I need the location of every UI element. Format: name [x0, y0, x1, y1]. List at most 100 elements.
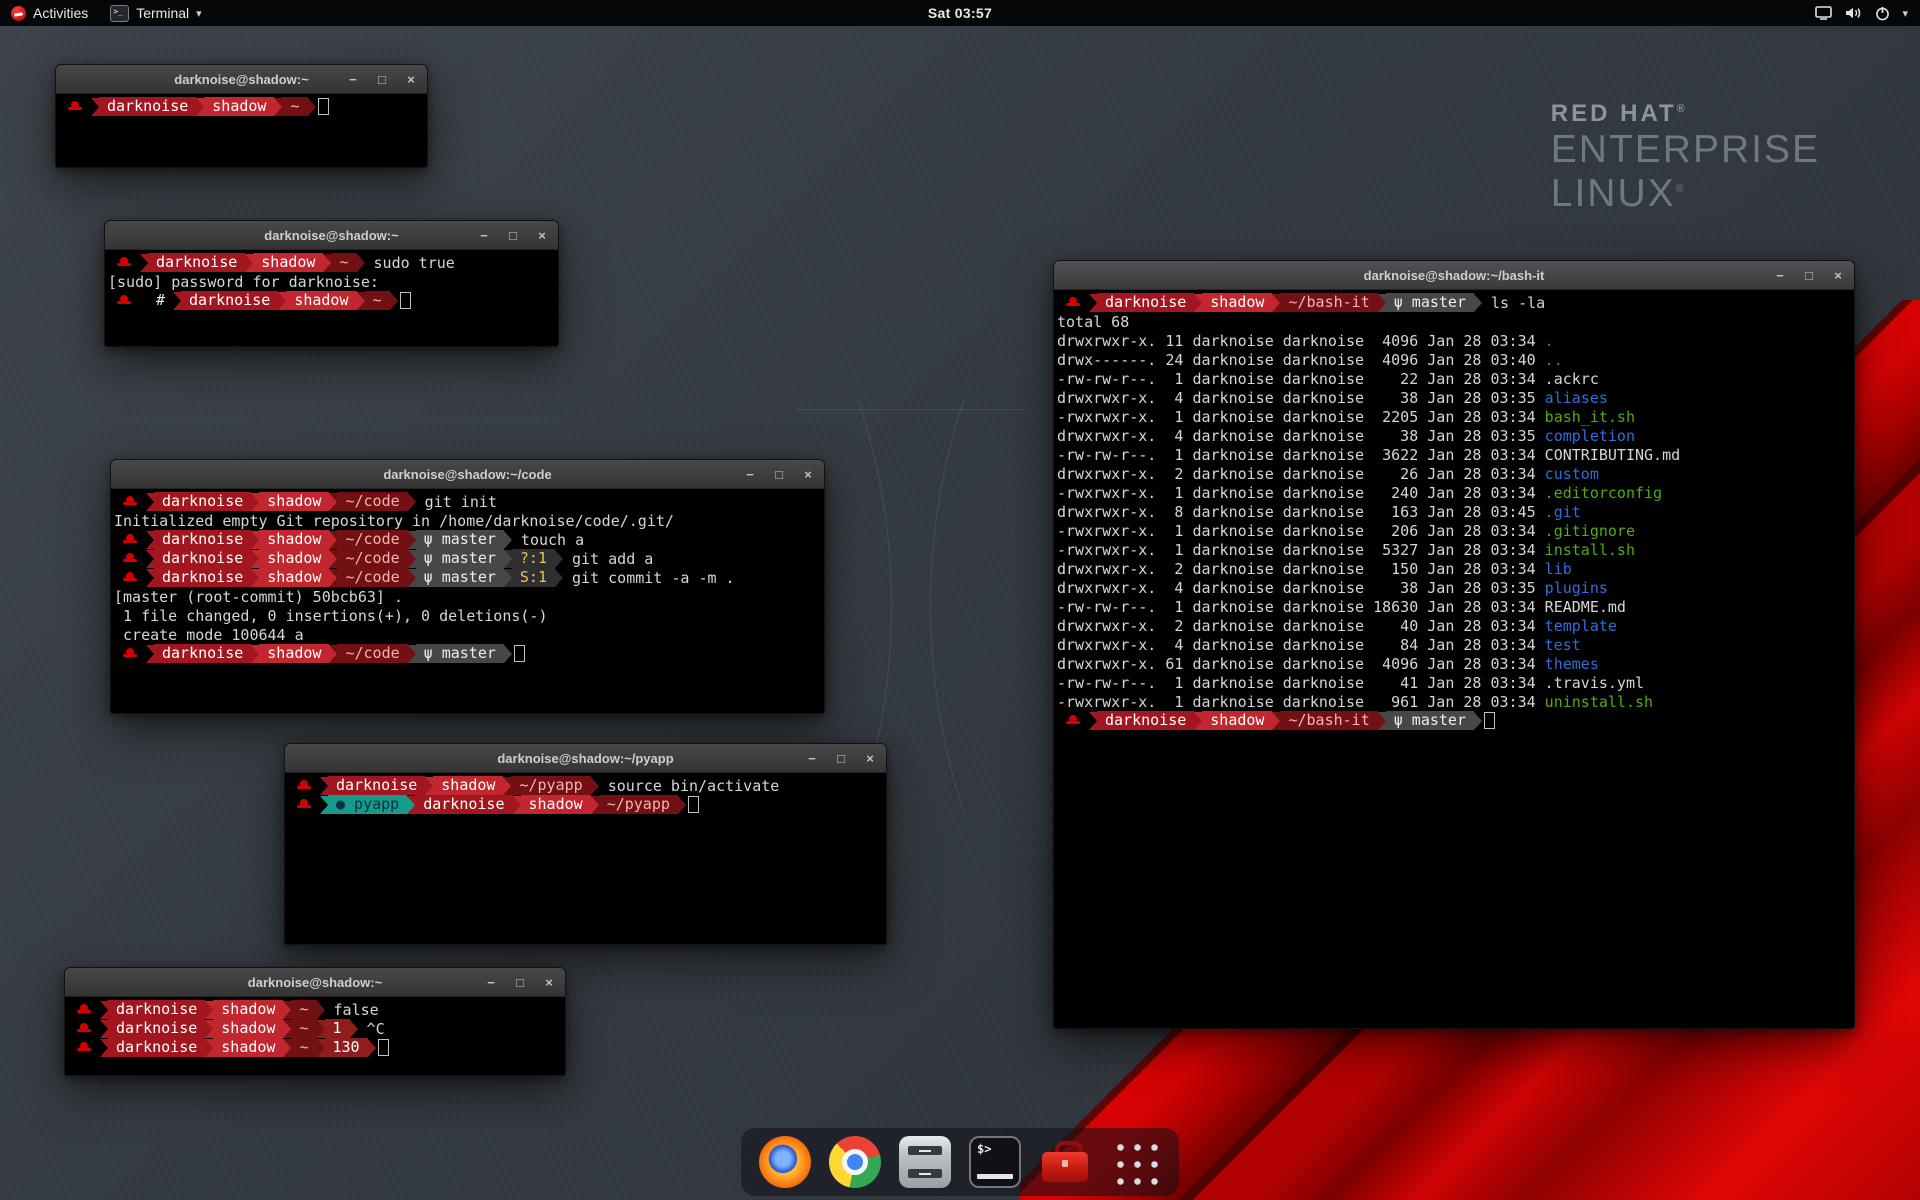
file-name: template [1545, 617, 1617, 635]
prompt-segment-user: darknoise [108, 1019, 205, 1038]
terminal-content[interactable]: darknoiseshadow~/pyapp source bin/activa… [285, 773, 886, 817]
toolbox-icon[interactable] [1039, 1136, 1091, 1188]
minimize-button[interactable]: − [805, 751, 819, 766]
powerline-separator-icon [283, 1039, 291, 1057]
maximize-button[interactable]: □ [513, 975, 527, 990]
close-button[interactable]: × [1831, 268, 1845, 283]
prompt-segment-path: ~/code [337, 549, 407, 568]
system-tray[interactable]: ▾ [1815, 0, 1920, 26]
terminal-cursor [514, 645, 525, 662]
prompt-segment-path: ~/code [337, 492, 407, 511]
maximize-button[interactable]: □ [375, 72, 389, 87]
prompt-segment-path: ~/pyapp [511, 776, 590, 795]
powerline-separator-icon [146, 569, 154, 587]
command-text: ls -la [1482, 294, 1545, 312]
prompt-segment-user: darknoise [108, 1038, 205, 1057]
file-name: lib [1545, 560, 1572, 578]
maximize-button[interactable]: □ [772, 467, 786, 482]
powerline-separator-icon [408, 493, 416, 511]
output-text: total 68 [1057, 313, 1129, 331]
titlebar[interactable]: darknoise@shadow:~ − □ × [65, 968, 565, 997]
prompt-segment-host: shadow [259, 492, 329, 511]
prompt-segment-hat [288, 776, 320, 795]
swoosh-arc-right [930, 400, 1030, 815]
file-meta: drwxrwxr-x. 2 darknoise darknoise 150 Ja… [1057, 560, 1545, 578]
minimize-button[interactable]: − [484, 975, 498, 990]
redhat-logo-icon [11, 6, 26, 21]
powerline-separator-icon [1272, 712, 1280, 730]
command-text: ^C [358, 1020, 385, 1038]
close-button[interactable]: × [535, 228, 549, 243]
prompt-segment-hat [114, 530, 146, 549]
terminal-line: drwxrwxr-x. 2 darknoise darknoise 150 Ja… [1057, 559, 1851, 578]
maximize-button[interactable]: □ [1802, 268, 1816, 283]
titlebar[interactable]: darknoise@shadow:~ − □ × [56, 65, 427, 94]
toolbox-latch [1062, 1160, 1068, 1167]
powerline-separator-icon [251, 569, 259, 587]
show-applications-icon[interactable] [1109, 1136, 1161, 1188]
chevron-down-icon: ▾ [1902, 7, 1908, 20]
terminal-content[interactable]: darknoiseshadow~/code git initInitialize… [111, 489, 824, 666]
powerline-separator-icon [1474, 294, 1482, 312]
firefox-icon[interactable] [759, 1136, 811, 1188]
titlebar[interactable]: darknoise@shadow:~/code − □ × [111, 460, 824, 489]
minimize-button[interactable]: − [346, 72, 360, 87]
file-name: custom [1545, 465, 1599, 483]
files-app-icon[interactable] [899, 1136, 951, 1188]
terminal-line: drwxrwxr-x. 11 darknoise darknoise 4096 … [1057, 331, 1851, 350]
file-meta: drwxrwxr-x. 4 darknoise darknoise 38 Jan… [1057, 579, 1545, 597]
clock[interactable]: Sat 03:57 [928, 5, 992, 21]
powerline-separator-icon [140, 254, 148, 272]
titlebar[interactable]: darknoise@shadow:~/bash-it − □ × [1054, 261, 1854, 290]
chrome-icon[interactable] [829, 1136, 881, 1188]
file-meta: -rwxrwxr-x. 1 darknoise darknoise 206 Ja… [1057, 522, 1545, 540]
terminal-cursor [318, 98, 329, 115]
powerline-separator-icon [504, 569, 512, 587]
maximize-button[interactable]: □ [506, 228, 520, 243]
prompt-segment-path: ~/code [337, 530, 407, 549]
minimize-button[interactable]: − [743, 467, 757, 482]
titlebar[interactable]: darknoise@shadow:~/pyapp − □ × [285, 744, 886, 773]
terminal-line: -rw-rw-r--. 1 darknoise darknoise 3622 J… [1057, 445, 1851, 464]
powerline-separator-icon [196, 98, 204, 116]
close-button[interactable]: × [404, 72, 418, 87]
prompt-segment-hat [1057, 711, 1089, 730]
minimize-button[interactable]: − [1773, 268, 1787, 283]
redhat-prompt-icon [76, 1000, 92, 1019]
window-title: darknoise@shadow:~ [248, 975, 382, 990]
prompt-segment-git: ψ master [416, 549, 504, 568]
file-name: plugins [1545, 579, 1608, 597]
redhat-prompt-icon [116, 291, 132, 310]
terminal-content[interactable]: darknoiseshadow~ sudo true[sudo] passwor… [105, 250, 558, 313]
file-meta: -rwxrwxr-x. 1 darknoise darknoise 961 Ja… [1057, 693, 1545, 711]
close-button[interactable]: × [863, 751, 877, 766]
terminal-content[interactable]: darknoiseshadow~ [56, 94, 427, 119]
prompt-segment-venv: ● pyapp [328, 795, 407, 814]
titlebar[interactable]: darknoise@shadow:~ − □ × [105, 221, 558, 250]
terminal-dock-icon[interactable]: $> [969, 1136, 1021, 1188]
close-button[interactable]: × [801, 467, 815, 482]
terminal-cursor [1484, 712, 1495, 729]
maximize-button[interactable]: □ [834, 751, 848, 766]
close-button[interactable]: × [542, 975, 556, 990]
window-title: darknoise@shadow:~/code [383, 467, 551, 482]
file-name: test [1545, 636, 1581, 654]
terminal-content[interactable]: darknoiseshadow~ falsedarknoiseshadow~1 … [65, 997, 565, 1060]
powerline-separator-icon [317, 1001, 325, 1019]
powerline-separator-icon [251, 493, 259, 511]
prompt-segment-user: darknoise [154, 549, 251, 568]
app-menu-terminal[interactable]: >_ Terminal ▾ [99, 0, 212, 26]
terminal-content[interactable]: darknoiseshadow~/bash-itψ master ls -lat… [1054, 290, 1854, 733]
chevron-down-icon: ▾ [196, 7, 202, 20]
terminal-line: drwxrwxr-x. 4 darknoise darknoise 38 Jan… [1057, 578, 1851, 597]
powerline-separator-icon [91, 98, 99, 116]
powerline-separator-icon [100, 1020, 108, 1038]
activities-button[interactable]: Activities [0, 0, 99, 26]
powerline-separator-icon [504, 550, 512, 568]
minimize-button[interactable]: − [477, 228, 491, 243]
command-text: source bin/activate [599, 777, 780, 795]
terminal-cursor [688, 796, 699, 813]
redhat-prompt-icon [122, 492, 138, 511]
output-text: create mode 100644 a [114, 626, 304, 644]
terminal-line: -rwxrwxr-x. 1 darknoise darknoise 206 Ja… [1057, 521, 1851, 540]
